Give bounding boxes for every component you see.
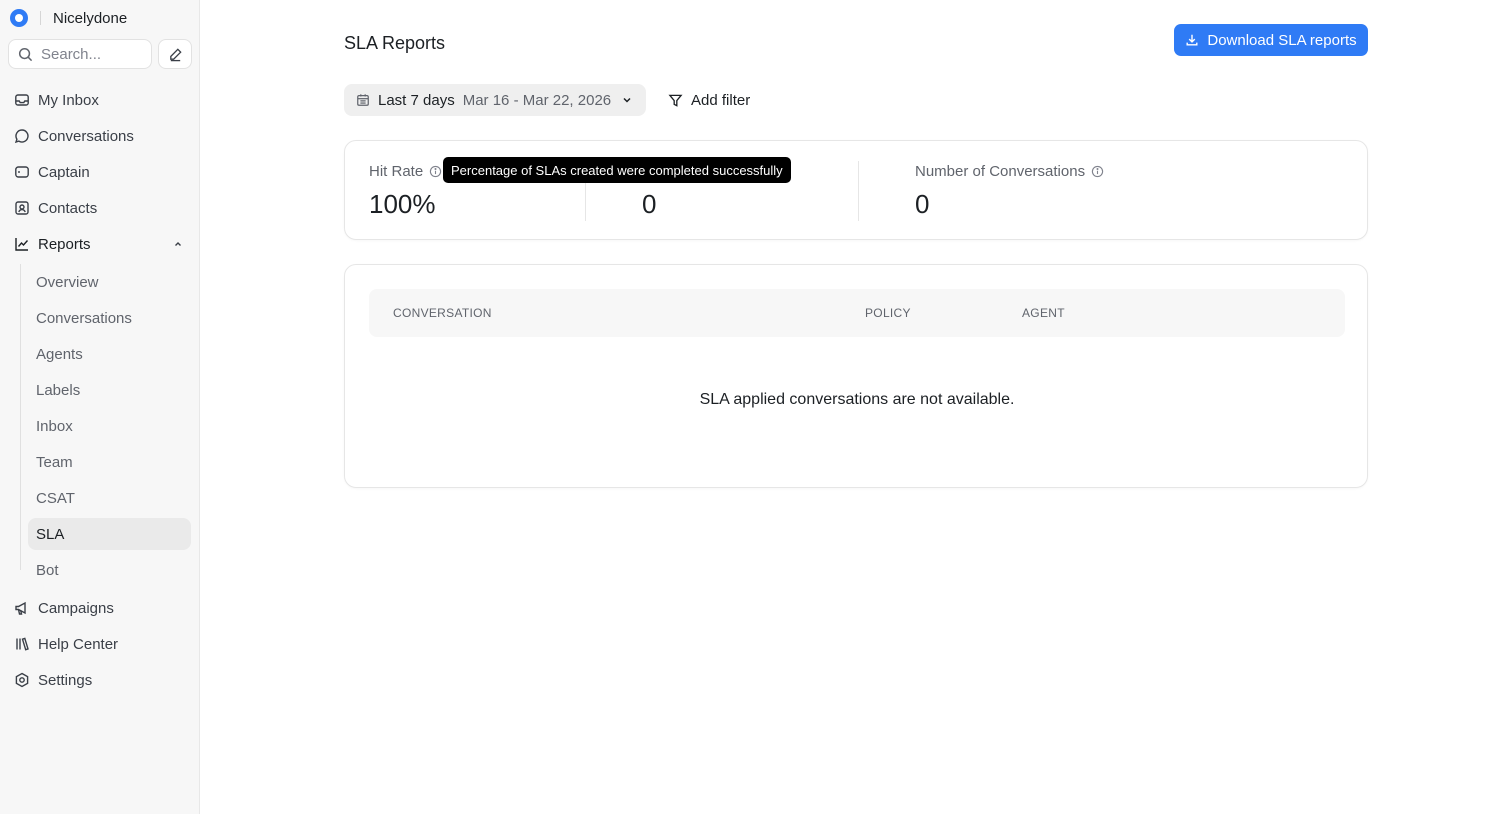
table-header: CONVERSATION POLICY AGENT (369, 289, 1345, 337)
metric-label-text: Number of Conversations (915, 163, 1086, 180)
sla-metrics-card: Hit Rate 100% 0 Number of Conversations … (344, 140, 1368, 240)
sidebar-item-captain[interactable]: Captain (8, 156, 192, 188)
sidebar-item-label: Settings (38, 671, 93, 689)
sidebar-item-settings[interactable]: Settings (8, 664, 192, 696)
metric-divider (858, 161, 859, 221)
sidebar-item-label: Captain (38, 163, 90, 181)
date-range-picker[interactable]: Last 7 days Mar 16 - Mar 22, 2026 (344, 84, 646, 116)
inbox-icon (14, 92, 30, 108)
sidebar-item-help-center[interactable]: Help Center (8, 628, 192, 660)
hit-rate-tooltip: Percentage of SLAs created were complete… (443, 157, 791, 183)
chevron-up-icon[interactable] (172, 237, 184, 254)
metric-label: Hit Rate (369, 163, 442, 180)
subnav-item-label: Team (36, 453, 73, 471)
page-title: SLA Reports (344, 33, 446, 53)
subnav-item-label: Bot (36, 561, 59, 579)
add-filter-button[interactable]: Add filter (668, 84, 750, 116)
subnav-item-label: CSAT (36, 489, 75, 507)
sidebar-item-label: Reports (38, 235, 91, 253)
sidebar-item-reports[interactable]: Reports (8, 228, 192, 260)
download-sla-reports-button[interactable]: Download SLA reports (1174, 24, 1368, 56)
download-button-label: Download SLA reports (1207, 31, 1357, 49)
subnav-item-overview[interactable]: Overview (28, 266, 191, 298)
subnav-item-conversations[interactable]: Conversations (28, 302, 191, 334)
sidebar-item-label: Help Center (38, 635, 119, 653)
metric-label-text: Hit Rate (369, 163, 424, 180)
sidebar-item-label: Contacts (38, 199, 98, 217)
search-icon (18, 47, 33, 62)
calendar-icon (356, 93, 370, 107)
sidebar-item-campaigns[interactable]: Campaigns (8, 592, 192, 624)
sidebar-item-label: Campaigns (38, 599, 114, 617)
subnav-guide-line (20, 264, 21, 570)
brand-logo-icon (10, 9, 28, 27)
column-header-conversation: CONVERSATION (393, 306, 492, 320)
sidebar-item-conversations[interactable]: Conversations (8, 120, 192, 152)
brand-divider (40, 11, 41, 25)
subnav-item-inbox[interactable]: Inbox (28, 410, 191, 442)
info-icon[interactable] (429, 165, 442, 178)
brand-name: Nicelydone (53, 9, 128, 27)
subnav-item-labels[interactable]: Labels (28, 374, 191, 406)
add-filter-label: Add filter (691, 91, 751, 109)
sidebar-item-label: Conversations (38, 127, 134, 145)
date-range-dates: Mar 16 - Mar 22, 2026 (462, 91, 612, 109)
subnav-item-agents[interactable]: Agents (28, 338, 191, 370)
sidebar: Nicelydone My Inbox Conversations Captai… (0, 0, 200, 814)
sidebar-item-my-inbox[interactable]: My Inbox (8, 84, 192, 116)
empty-state-message: SLA applied conversations are not availa… (699, 391, 1015, 408)
metric-value: 100% (369, 189, 436, 219)
subnav-item-label: SLA (36, 525, 65, 543)
metric-label: Number of Conversations (915, 163, 1104, 180)
search-box[interactable] (8, 39, 152, 69)
contact-card-icon (14, 200, 30, 216)
info-icon[interactable] (1091, 165, 1104, 178)
chat-bubble-icon (14, 128, 30, 144)
brand[interactable]: Nicelydone (10, 8, 127, 28)
column-header-policy: POLICY (865, 306, 911, 320)
subnav-item-bot[interactable]: Bot (28, 554, 191, 586)
library-icon (14, 636, 30, 652)
subnav-item-label: Overview (36, 273, 99, 291)
metric-value: 0 (915, 189, 930, 219)
compose-button[interactable] (158, 39, 192, 69)
chevron-down-icon (621, 94, 633, 106)
subnav-item-csat[interactable]: CSAT (28, 482, 191, 514)
filter-icon (668, 93, 683, 108)
sidebar-item-label: My Inbox (38, 91, 99, 109)
captain-icon (14, 164, 30, 180)
subnav-item-label: Labels (36, 381, 81, 399)
metric-value: 0 (642, 189, 657, 219)
subnav-item-sla[interactable]: SLA (28, 518, 191, 550)
subnav-item-label: Inbox (36, 417, 73, 435)
line-chart-icon (14, 236, 30, 252)
sidebar-item-contacts[interactable]: Contacts (8, 192, 192, 224)
subnav-item-team[interactable]: Team (28, 446, 191, 478)
pencil-icon (168, 47, 183, 62)
download-icon (1185, 33, 1199, 47)
megaphone-icon (14, 600, 30, 616)
subnav-item-label: Conversations (36, 309, 132, 327)
gear-icon (14, 672, 30, 688)
search-input[interactable] (41, 45, 141, 63)
date-range-label: Last 7 days (378, 91, 455, 109)
subnav-item-label: Agents (36, 345, 83, 363)
sla-conversations-table: CONVERSATION POLICY AGENT SLA applied co… (344, 264, 1368, 488)
column-header-agent: AGENT (1022, 306, 1065, 320)
